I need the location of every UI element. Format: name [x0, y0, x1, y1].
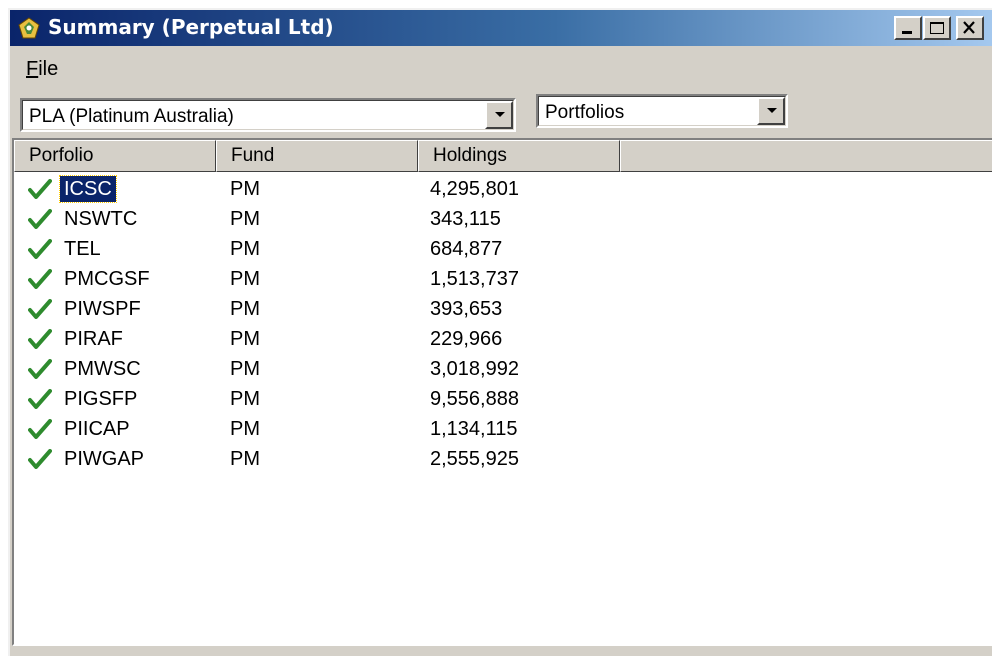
column-header-portfolio[interactable]: Porfolio [14, 140, 216, 172]
check-icon [28, 389, 52, 409]
check-icon [28, 179, 52, 199]
close-icon [963, 21, 975, 34]
holdings-cell: 9,556,888 [430, 388, 519, 410]
holdings-cell: 4,295,801 [430, 178, 519, 200]
check-icon [28, 239, 52, 259]
fund-cell: PM [230, 358, 260, 380]
portfolio-name: PIICAP [64, 418, 130, 440]
portfolio-name: PIWSPF [64, 298, 141, 320]
check-icon [28, 359, 52, 379]
fund-cell: PM [230, 238, 260, 260]
fund-cell: PM [230, 418, 260, 440]
table-row[interactable]: NSWTC PM 343,115 [14, 204, 914, 234]
holdings-cell: 2,555,925 [430, 448, 519, 470]
company-dropdown-button[interactable] [485, 101, 513, 129]
holdings-cell: 684,877 [430, 238, 503, 260]
table-row[interactable]: PIGSFP PM 9,556,888 [14, 384, 914, 414]
holdings-cell: 343,115 [430, 208, 501, 230]
table-row[interactable]: PIRAF PM 229,966 [14, 324, 914, 354]
chevron-down-icon [495, 112, 505, 117]
table-row[interactable]: PMWSC PM 3,018,992 [14, 354, 914, 384]
close-button[interactable] [956, 16, 984, 40]
portfolio-name: NSWTC [64, 208, 138, 230]
portfolio-name: TEL [64, 238, 101, 260]
portfolio-list[interactable]: Porfolio Fund Holdings ICSC PM 4,295,801… [12, 138, 992, 646]
list-header: Porfolio Fund Holdings [14, 140, 992, 172]
app-icon [18, 17, 40, 39]
table-row[interactable]: PIWSPF PM 393,653 [14, 294, 914, 324]
company-select-value: PLA (Platinum Australia) [29, 106, 234, 127]
fund-cell: PM [230, 388, 260, 410]
check-icon [28, 269, 52, 289]
portfolio-name: ICSC [59, 175, 117, 203]
fund-cell: PM [230, 178, 260, 200]
table-row[interactable]: PIICAP PM 1,134,115 [14, 414, 914, 444]
portfolio-name: PMCGSF [64, 268, 150, 290]
maximize-button[interactable] [923, 16, 951, 40]
minimize-icon [902, 31, 912, 34]
holdings-cell: 1,134,115 [430, 418, 518, 440]
chevron-down-icon [767, 108, 777, 113]
holdings-cell: 3,018,992 [430, 358, 519, 380]
table-row[interactable]: PMCGSF PM 1,513,737 [14, 264, 914, 294]
table-row[interactable]: PIWGAP PM 2,555,925 [14, 444, 914, 474]
column-header-empty[interactable] [620, 140, 992, 172]
check-icon [28, 209, 52, 229]
check-icon [28, 449, 52, 469]
view-select-value: Portfolios [545, 102, 625, 123]
fund-cell: PM [230, 268, 260, 290]
menu-bar: File [10, 48, 992, 88]
maximize-icon [930, 22, 944, 34]
fund-cell: PM [230, 328, 260, 350]
minimize-button[interactable] [894, 16, 922, 40]
column-header-holdings[interactable]: Holdings [418, 140, 620, 172]
window-title: Summary (Perpetual Ltd) [48, 15, 334, 39]
title-bar[interactable]: Summary (Perpetual Ltd) [10, 10, 992, 46]
holdings-cell: 229,966 [430, 328, 503, 350]
fund-cell: PM [230, 298, 260, 320]
holdings-cell: 1,513,737 [430, 268, 519, 290]
fund-cell: PM [230, 208, 260, 230]
check-icon [28, 299, 52, 319]
portfolio-name: PIGSFP [64, 388, 138, 410]
portfolio-name: PIWGAP [64, 448, 145, 470]
table-row[interactable]: ICSC PM 4,295,801 [14, 174, 914, 204]
portfolio-name: PMWSC [64, 358, 141, 380]
view-dropdown-button[interactable] [757, 97, 785, 125]
company-select[interactable]: PLA (Platinum Australia) [20, 98, 516, 132]
menu-file[interactable]: File [26, 58, 58, 81]
portfolio-name: PIRAF [64, 328, 123, 350]
check-icon [28, 329, 52, 349]
holdings-cell: 393,653 [430, 298, 503, 320]
check-icon [28, 419, 52, 439]
column-header-fund[interactable]: Fund [216, 140, 418, 172]
view-select[interactable]: Portfolios [536, 94, 788, 128]
fund-cell: PM [230, 448, 260, 470]
table-row[interactable]: TEL PM 684,877 [14, 234, 914, 264]
